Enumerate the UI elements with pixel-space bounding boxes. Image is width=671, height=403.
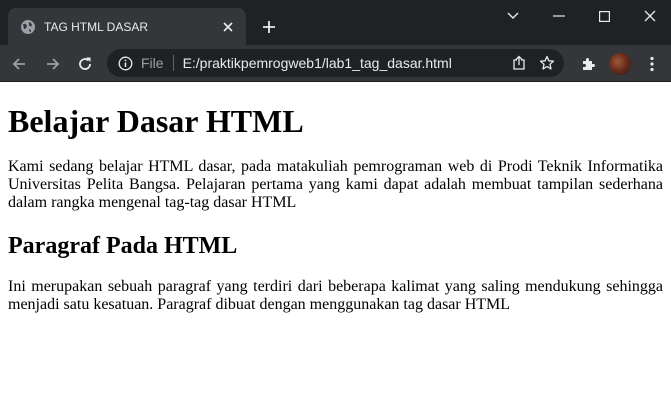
forward-arrow-icon[interactable] xyxy=(40,51,66,77)
share-icon[interactable] xyxy=(508,52,530,74)
extensions-puzzle-icon[interactable] xyxy=(575,51,601,77)
reload-icon[interactable] xyxy=(72,51,98,77)
info-icon[interactable] xyxy=(117,55,133,71)
scheme-label: File xyxy=(141,55,164,71)
menu-kebab-icon[interactable] xyxy=(639,51,665,77)
close-tab-icon[interactable] xyxy=(218,17,238,37)
address-bar[interactable]: File E:/praktikpemrogweb1/lab1_tag_dasar… xyxy=(107,49,564,77)
bookmark-star-icon[interactable] xyxy=(536,52,558,74)
omnibox-divider xyxy=(172,55,174,71)
globe-icon xyxy=(20,19,36,35)
tab-search-chevron-icon[interactable] xyxy=(498,4,528,28)
minimize-icon[interactable] xyxy=(544,4,574,28)
profile-avatar[interactable] xyxy=(607,51,633,77)
back-arrow-icon[interactable] xyxy=(6,51,32,77)
close-window-icon[interactable] xyxy=(635,4,665,28)
section-paragraph: Ini merupakan sebuah paragraf yang terdi… xyxy=(8,278,663,313)
tab-title: TAG HTML DASAR xyxy=(44,19,149,34)
page-content: Belajar Dasar HTML Kami sedang belajar H… xyxy=(0,103,671,314)
browser-tab[interactable]: TAG HTML DASAR xyxy=(8,8,246,45)
url-text[interactable]: E:/praktikpemrogweb1/lab1_tag_dasar.html xyxy=(183,55,508,71)
maximize-icon[interactable] xyxy=(589,4,619,28)
new-tab-icon[interactable] xyxy=(258,16,280,38)
section-heading: Paragraf Pada HTML xyxy=(8,233,238,259)
browser-toolbar: File E:/praktikpemrogweb1/lab1_tag_dasar… xyxy=(0,45,671,82)
avatar xyxy=(609,53,631,75)
title-bar: TAG HTML DASAR xyxy=(0,0,671,45)
page-heading: Belajar Dasar HTML xyxy=(8,103,304,139)
intro-paragraph: Kami sedang belajar HTML dasar, pada mat… xyxy=(8,158,663,211)
